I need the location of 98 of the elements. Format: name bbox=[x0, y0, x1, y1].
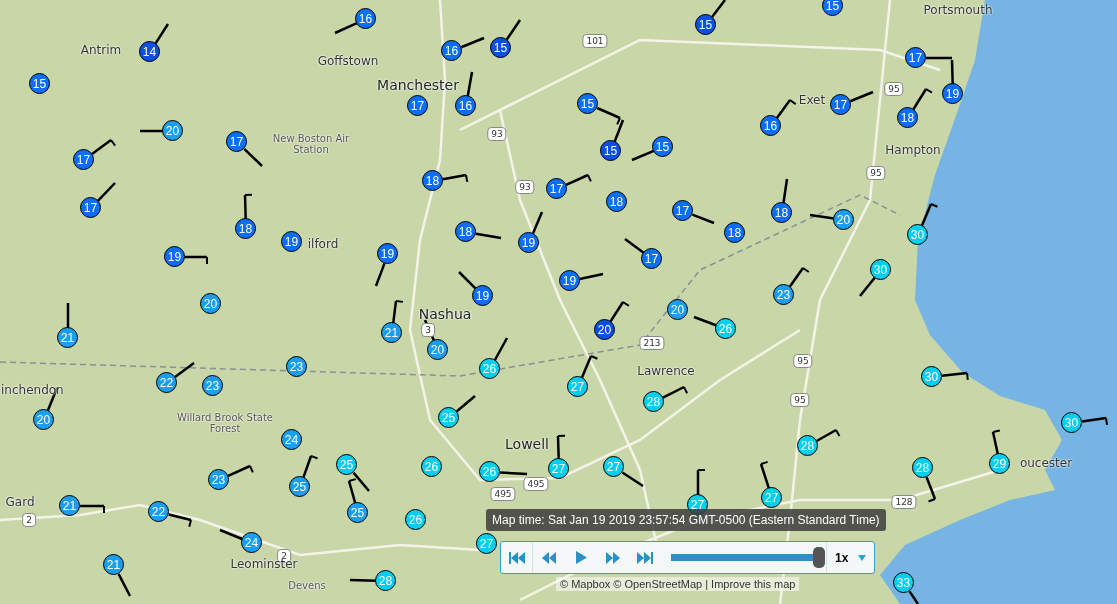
route-shield: 95 bbox=[884, 82, 904, 96]
wind-barb-icon bbox=[174, 362, 195, 379]
route-shield: 95 bbox=[793, 354, 813, 368]
route-shield: 93 bbox=[487, 127, 507, 141]
route-shield: 95 bbox=[790, 393, 810, 407]
wind-barb-icon bbox=[579, 272, 604, 281]
place-label: Manchester bbox=[377, 77, 459, 93]
place-label: New Boston Air Station bbox=[271, 133, 351, 155]
place-label: Leominster bbox=[230, 557, 298, 571]
place-label: Nashua bbox=[418, 306, 472, 322]
play-icon bbox=[575, 551, 587, 564]
skip-start-icon bbox=[508, 551, 525, 564]
wind-barb-icon bbox=[782, 178, 789, 204]
wind-barb-icon bbox=[912, 88, 933, 111]
rewind-icon bbox=[542, 551, 556, 564]
wind-barb-icon bbox=[941, 371, 969, 381]
skip-end-icon bbox=[637, 551, 653, 564]
wind-barb-icon bbox=[775, 99, 797, 119]
wind-barb-icon bbox=[711, 0, 726, 18]
wind-barb-icon bbox=[693, 315, 718, 327]
wind-barb-icon bbox=[475, 232, 502, 240]
wind-barb-icon bbox=[80, 504, 105, 514]
place-label: inchendon bbox=[1, 383, 64, 397]
route-shield: 213 bbox=[639, 336, 665, 350]
wind-barb-icon bbox=[849, 90, 874, 103]
wind-barb-icon bbox=[91, 139, 117, 156]
route-shield: 2 bbox=[22, 513, 36, 527]
wind-barb-icon bbox=[499, 471, 528, 476]
wind-barb-icon bbox=[140, 129, 163, 133]
wind-barb-icon bbox=[920, 203, 939, 227]
wind-barb-icon bbox=[505, 19, 522, 41]
place-label: Devens bbox=[287, 579, 327, 591]
route-shield: 128 bbox=[891, 495, 917, 509]
wind-barb-icon bbox=[531, 211, 544, 235]
wind-barb-icon bbox=[392, 300, 404, 324]
wind-barb-icon bbox=[97, 182, 116, 202]
wind-barb-icon bbox=[556, 434, 566, 460]
wind-barb-icon bbox=[565, 173, 592, 187]
route-shield: 3 bbox=[421, 323, 435, 337]
place-label: Willard Brook State Forest bbox=[176, 412, 274, 434]
place-label: ilford bbox=[307, 237, 339, 251]
wind-barb-icon bbox=[66, 303, 70, 328]
route-shield: 495 bbox=[490, 487, 516, 501]
wind-barb-icon bbox=[334, 21, 358, 35]
wind-barb-icon bbox=[455, 395, 476, 413]
wind-barb-icon bbox=[117, 573, 132, 597]
wind-barb-icon bbox=[154, 23, 170, 45]
wind-barb-icon bbox=[1081, 416, 1108, 426]
wind-barb-icon bbox=[759, 460, 771, 489]
route-shield: 495 bbox=[523, 477, 549, 491]
wind-barb-icon bbox=[691, 213, 715, 225]
map-time-tooltip: Map time: Sat Jan 19 2019 23:57:54 GMT-0500 (Eastern Standard Time) bbox=[486, 509, 886, 531]
wind-barb-icon bbox=[788, 267, 810, 288]
wind-barb-icon bbox=[580, 355, 599, 379]
wind-barb-icon bbox=[621, 471, 644, 488]
wind-barb-icon bbox=[374, 262, 386, 287]
route-shield: 93 bbox=[515, 180, 535, 194]
place-label: Lowell bbox=[505, 436, 549, 452]
wind-barb-icon bbox=[460, 36, 485, 49]
wind-barb-icon bbox=[662, 385, 689, 399]
wind-barb-icon bbox=[243, 193, 253, 220]
attribution-text: © Mapbox © OpenStreetMap | bbox=[560, 578, 709, 590]
wind-barb-icon bbox=[243, 148, 263, 167]
place-label: Gard bbox=[5, 495, 35, 509]
place-label: Antrim bbox=[80, 43, 122, 57]
improve-map-link[interactable]: Improve this map bbox=[711, 578, 796, 590]
wind-barb-icon bbox=[696, 469, 706, 495]
fast-forward-icon bbox=[606, 551, 620, 564]
wind-barb-icon bbox=[991, 429, 1001, 455]
wind-barb-icon bbox=[442, 173, 469, 183]
place-label: oucester bbox=[1019, 456, 1073, 470]
wind-barb-icon bbox=[859, 277, 876, 297]
wind-barb-icon bbox=[609, 301, 630, 323]
wind-barb-icon bbox=[349, 578, 377, 582]
route-shield: 95 bbox=[866, 166, 886, 180]
wind-barb-icon bbox=[809, 213, 835, 220]
wind-barb-icon bbox=[302, 455, 319, 478]
wind-barb-icon bbox=[493, 337, 509, 361]
place-label: Goffstown bbox=[317, 54, 379, 68]
route-shield: 101 bbox=[582, 34, 608, 48]
wind-barb-icon bbox=[227, 464, 254, 478]
wind-barb-icon bbox=[908, 590, 920, 604]
place-label: Portsmouth bbox=[923, 3, 993, 17]
wind-barb-icon bbox=[925, 476, 937, 503]
wind-barb-icon bbox=[816, 428, 841, 443]
speed-dropdown[interactable]: 1x bbox=[826, 542, 874, 573]
wind-barb-icon bbox=[631, 149, 655, 162]
wind-barb-icon bbox=[168, 513, 192, 528]
place-label: Lawrence bbox=[637, 364, 695, 378]
wind-barb-icon bbox=[624, 238, 645, 255]
wind-barb-icon bbox=[466, 71, 474, 97]
wind-barb-icon bbox=[219, 528, 244, 541]
place-label: Hampton bbox=[885, 143, 941, 157]
wind-barb-icon bbox=[185, 255, 208, 265]
caret-icon bbox=[858, 554, 866, 561]
wind-barb-icon bbox=[458, 271, 477, 290]
slider-thumb[interactable] bbox=[813, 547, 825, 568]
place-label: Exet bbox=[798, 93, 826, 107]
